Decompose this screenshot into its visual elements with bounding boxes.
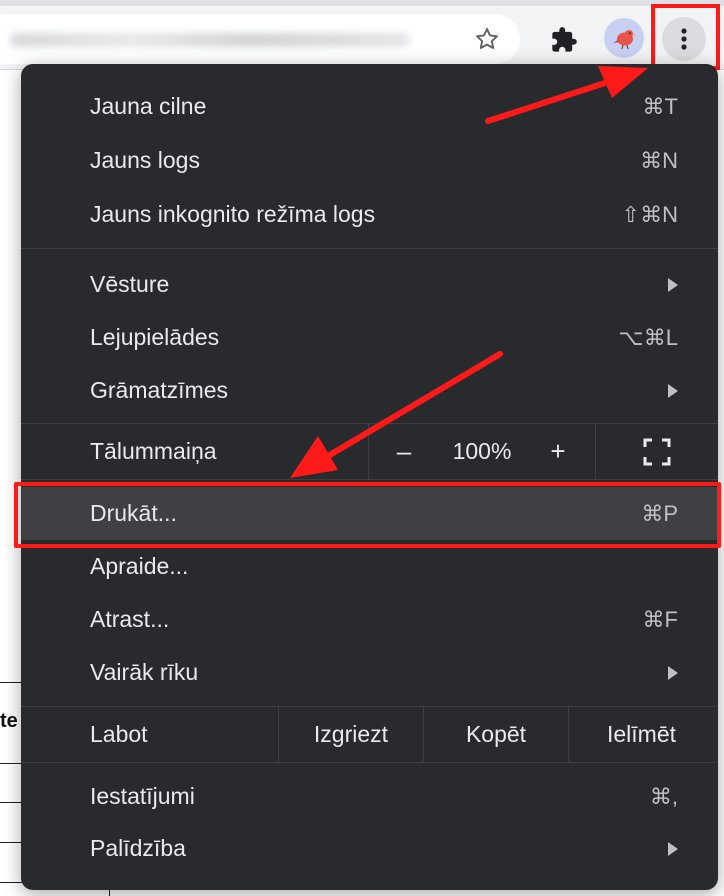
menu-item-label: Iestatījumi — [90, 783, 195, 809]
avatar[interactable] — [604, 18, 644, 58]
paste-button[interactable]: Ielīmēt — [569, 707, 714, 762]
submenu-arrow-icon — [668, 277, 678, 292]
menu-item-help[interactable]: Palīdzība — [21, 822, 718, 875]
menu-item-label: Jauns logs — [90, 147, 200, 173]
cut-button[interactable]: Izgriezt — [279, 707, 423, 762]
menu-item-downloads[interactable]: Lejupielādes ⌥⌘L — [21, 311, 718, 364]
menu-item-shortcut: ⌘T — [642, 93, 678, 119]
annotation-box-print — [14, 482, 721, 548]
menu-item-label: Atrast... — [90, 606, 170, 632]
menu-separator — [21, 479, 718, 480]
submenu-arrow-icon — [668, 665, 678, 680]
menu-item-more-tools[interactable]: Vairāk rīku — [21, 646, 718, 699]
menu-item-label: Palīdzība — [90, 835, 186, 861]
menu-separator — [21, 762, 718, 763]
menu-item-label: Apraide... — [90, 553, 189, 579]
menu-item-label: Jauna cilne — [90, 93, 207, 119]
zoom-row: Tālummaiņa – 100% + — [21, 424, 718, 479]
menu-item-label: Grāmatzīmes — [90, 377, 229, 403]
copy-button[interactable]: Kopēt — [424, 707, 568, 762]
blurred-url — [10, 33, 410, 47]
menu-item-shortcut: ⌥⌘L — [618, 324, 678, 350]
background-page-text: te — [0, 710, 18, 732]
chrome-main-menu: Jauna cilne ⌘T Jauns logs ⌘N Jauns inkog… — [21, 64, 718, 890]
menu-item-history[interactable]: Vēsture — [21, 258, 718, 311]
fullscreen-icon[interactable] — [596, 424, 718, 479]
zoom-level: 100% — [452, 438, 512, 464]
submenu-arrow-icon — [668, 841, 678, 856]
menu-item-new-window[interactable]: Jauns logs ⌘N — [21, 134, 718, 187]
menu-item-shortcut: ⌘F — [642, 606, 678, 632]
menu-item-new-tab[interactable]: Jauna cilne ⌘T — [21, 80, 718, 133]
tab-strip-edge — [0, 0, 724, 6]
menu-item-shortcut: ⌘, — [649, 783, 678, 809]
menu-item-label: Vēsture — [90, 271, 170, 297]
address-bar[interactable] — [0, 14, 520, 64]
menu-item-shortcut: ⇧⌘N — [621, 201, 678, 227]
menu-item-bookmarks[interactable]: Grāmatzīmes — [21, 364, 718, 417]
browser-toolbar — [0, 0, 724, 70]
submenu-arrow-icon — [668, 383, 678, 398]
menu-item-label: Jauns inkognito režīma logs — [90, 201, 376, 227]
bookmark-star-icon[interactable] — [470, 22, 504, 56]
menu-item-settings[interactable]: Iestatījumi ⌘, — [21, 770, 718, 823]
edit-label: Labot — [90, 721, 148, 747]
menu-item-label: Vairāk rīku — [90, 659, 199, 685]
zoom-in-button[interactable]: + — [523, 424, 593, 479]
edit-row: Labot Izgriezt Kopēt Ielīmēt — [21, 707, 718, 762]
puzzle-icon[interactable] — [546, 22, 582, 58]
zoom-out-button[interactable]: – — [369, 424, 439, 479]
menu-separator — [21, 248, 718, 249]
menu-item-label: Lejupielādes — [90, 324, 220, 350]
menu-item-shortcut: ⌘N — [640, 147, 678, 173]
annotation-box-menu-button — [651, 4, 720, 70]
zoom-label: Tālummaiņa — [90, 438, 217, 464]
menu-item-new-incognito-window[interactable]: Jauns inkognito režīma logs ⇧⌘N — [21, 188, 718, 241]
menu-item-find[interactable]: Atrast... ⌘F — [21, 593, 718, 646]
